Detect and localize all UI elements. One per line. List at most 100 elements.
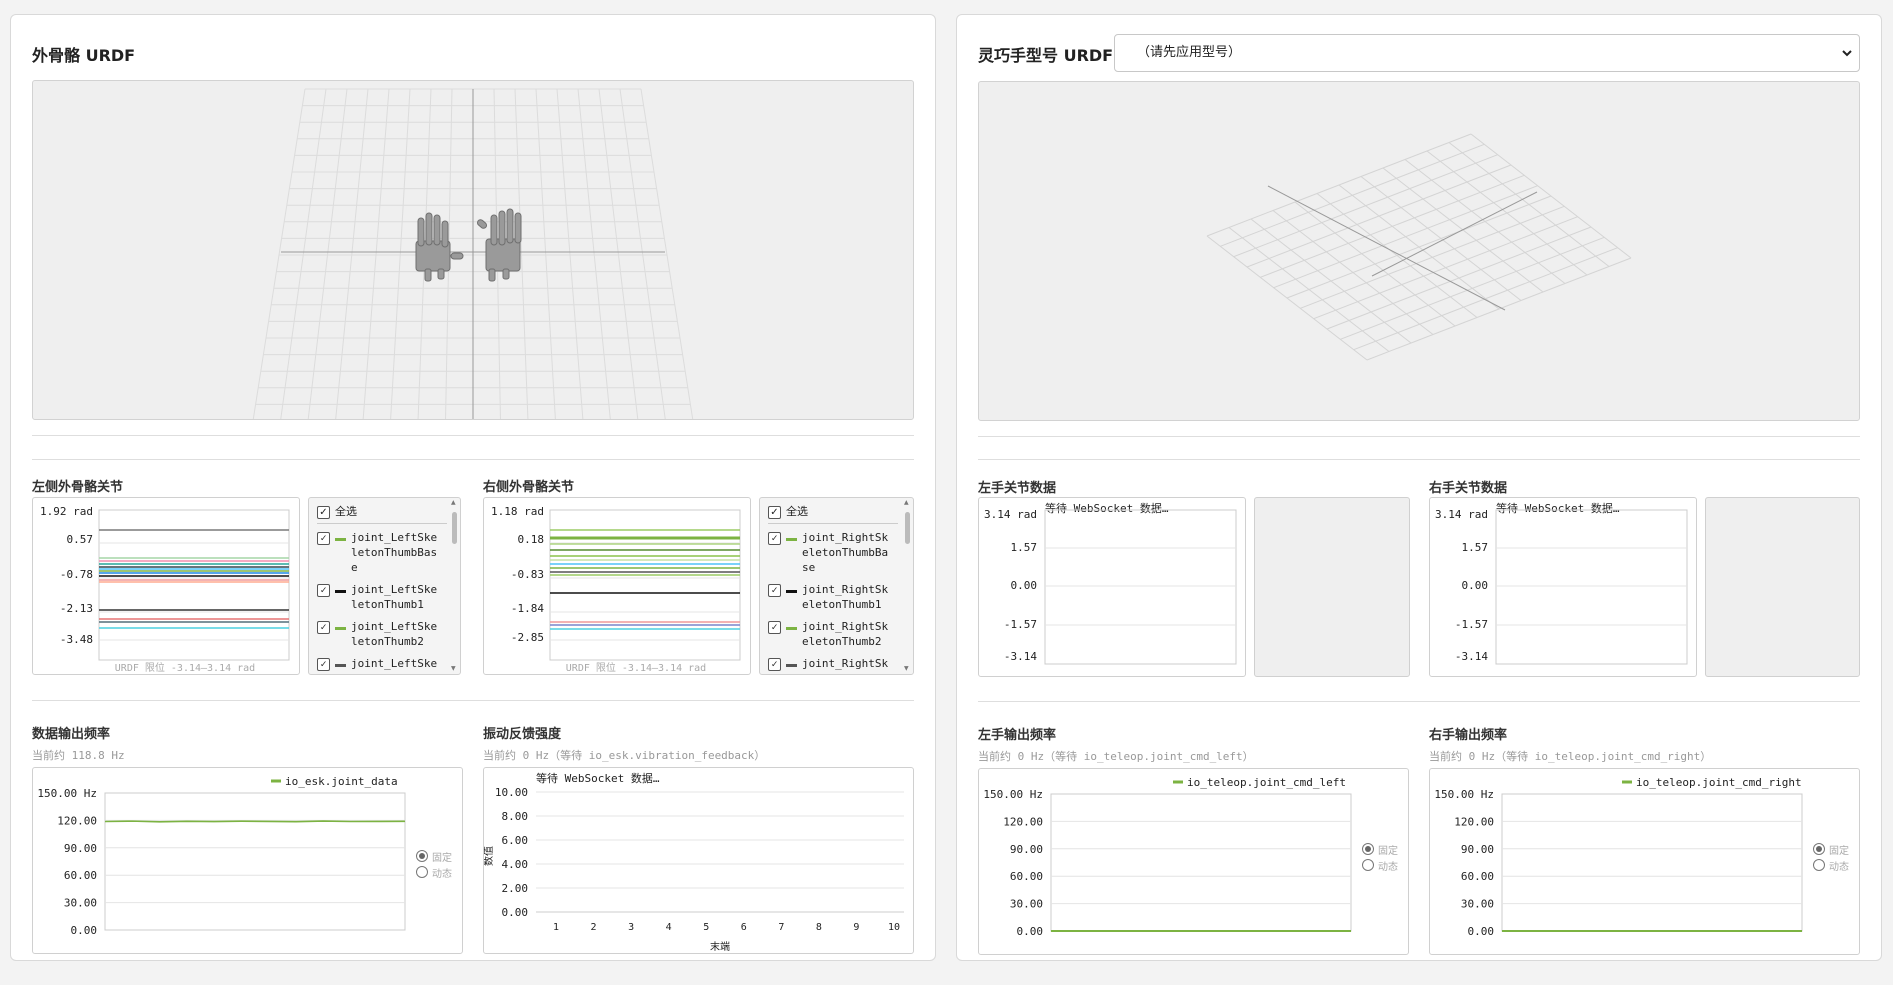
y-tick: 150.00 Hz xyxy=(37,787,97,800)
right-joints-legend: ✓ 全选 ✓ joint_RightSkeletonThumbBase ✓ joint… xyxy=(759,497,914,675)
legend-label: io_esk.joint_data xyxy=(285,775,398,788)
right-hand-title: 右手关节数据 xyxy=(1429,481,1508,496)
x-axis-label: 末端 xyxy=(710,940,730,953)
y-tick: -1.57 xyxy=(1455,618,1488,631)
y-tick: 4.00 xyxy=(502,858,529,871)
x-tick: 3 xyxy=(628,922,634,933)
y-tick: 0.00 xyxy=(1011,579,1038,592)
y-tick: -2.13 xyxy=(60,602,93,615)
data-freq-chart[interactable]: io_esk.joint_data 150.00 Hz 120.00 90.00 60… xyxy=(32,767,463,954)
legend-item[interactable]: ✓ joint_LeftSkeletonThumbBase xyxy=(317,530,453,575)
radio-dynamic[interactable]: 动态 xyxy=(1813,857,1849,873)
radio-dynamic[interactable]: 动态 xyxy=(416,864,452,880)
y-tick: -1.57 xyxy=(1004,618,1037,631)
left-hand-chart[interactable]: 等待 WebSocket 数据… 3.14 rad 1.57 0.00 -1.5… xyxy=(978,497,1246,677)
y-tick: -0.78 xyxy=(60,568,93,581)
hand-grid xyxy=(1206,133,1632,361)
legend-item[interactable]: ✓ joint_LeftSkeletonThumb2 xyxy=(317,619,453,649)
radio-fixed[interactable]: 固定 xyxy=(416,848,452,864)
y-tick: 60.00 xyxy=(1010,870,1043,883)
y-tick: 90.00 xyxy=(1461,843,1494,856)
y-tick: 90.00 xyxy=(64,842,97,855)
y-tick: -3.14 xyxy=(1004,650,1037,663)
y-tick: 0.18 xyxy=(518,533,545,546)
data-freq-series-line xyxy=(104,820,406,823)
y-tick: 30.00 xyxy=(1461,898,1494,911)
legend-item[interactable]: ✓joint_LeftSkeletonThumb3 xyxy=(317,656,453,674)
y-tick: 2.00 xyxy=(502,882,529,895)
exoskeleton-3d-viewport[interactable] xyxy=(32,80,914,420)
y-tick: -3.48 xyxy=(60,633,93,646)
right-joints-title: 右侧外骨骼关节 xyxy=(483,480,575,495)
right-joints-chart[interactable]: 1.18 rad 0.18 -0.83 -1.84 -2.85 URDF 限位 … xyxy=(483,497,751,675)
y-tick: 150.00 Hz xyxy=(1434,788,1494,801)
x-tick: 1 xyxy=(553,922,559,933)
left-freq-chart[interactable]: io_teleop.joint_cmd_left 150.00 Hz 120.00… xyxy=(978,768,1409,955)
hand-model-select[interactable]: （请先应用型号） xyxy=(1114,34,1860,72)
legend-item[interactable]: ✓ joint_RightSkeletonThumb2 xyxy=(768,619,904,649)
waiting-text: 等待 WebSocket 数据… xyxy=(1496,501,1620,515)
radio-fixed[interactable]: 固定 xyxy=(1362,841,1398,857)
y-tick: 3.14 rad xyxy=(984,508,1037,521)
y-tick: 0.00 xyxy=(71,924,98,937)
left-hand-title: 左手关节数据 xyxy=(978,481,1057,496)
y-tick: -3.14 xyxy=(1455,650,1488,663)
y-tick: 150.00 Hz xyxy=(983,788,1043,801)
select-all-right[interactable]: ✓ 全选 xyxy=(768,504,904,519)
right-freq-title: 右手输出频率 xyxy=(1429,728,1508,743)
waiting-text: 等待 WebSocket 数据… xyxy=(536,771,660,785)
x-tick: 9 xyxy=(853,922,859,933)
left-joints-chart[interactable]: 1.92 rad 0.57 -0.78 -2.13 -3.48 URDF 限位 … xyxy=(32,497,300,675)
radio-fixed[interactable]: 固定 xyxy=(1813,841,1849,857)
y-axis-label: 数值 xyxy=(484,846,495,866)
right-freq-chart[interactable]: io_teleop.joint_cmd_right 150.00 Hz 120.0… xyxy=(1429,768,1860,955)
x-tick: 6 xyxy=(741,922,747,933)
y-tick: 0.00 xyxy=(1462,579,1489,592)
checkbox[interactable]: ✓ xyxy=(768,532,781,545)
vibration-title: 振动反馈强度 xyxy=(483,727,562,742)
left-freq-title: 左手输出频率 xyxy=(978,728,1057,743)
left-freq-sub: 当前约 0 Hz（等待 io_teleop.joint_cmd_left） xyxy=(978,750,1254,763)
y-tick: 30.00 xyxy=(64,897,97,910)
checkbox[interactable]: ✓ xyxy=(317,584,330,597)
checkbox[interactable]: ✓ xyxy=(768,584,781,597)
dexterous-hand-panel: 灵巧手型号 URDF （请先应用型号） 左手关节数据 等待 WebSocket … xyxy=(956,14,1882,961)
legend-label: io_teleop.joint_cmd_right xyxy=(1636,776,1802,789)
x-tick: 10 xyxy=(888,922,900,933)
checkbox[interactable]: ✓ xyxy=(768,658,781,671)
select-all-left[interactable]: ✓ 全选 xyxy=(317,504,453,519)
checkbox[interactable]: ✓ xyxy=(317,621,330,634)
legend-label: io_teleop.joint_cmd_left xyxy=(1187,776,1346,789)
legend-item[interactable]: ✓ joint_LeftSkeletonThumb1 xyxy=(317,582,453,612)
y-tick: 1.57 xyxy=(1011,541,1038,554)
legend-scrollbar[interactable]: ▲ ▼ xyxy=(904,500,911,672)
y-tick: 10.00 xyxy=(495,786,528,799)
divider xyxy=(32,435,914,436)
y-tick: -2.85 xyxy=(511,631,544,644)
x-tick: 8 xyxy=(816,922,822,933)
checkbox[interactable]: ✓ xyxy=(317,506,330,519)
radio-dynamic[interactable]: 动态 xyxy=(1362,857,1398,873)
checkbox[interactable]: ✓ xyxy=(768,621,781,634)
y-tick: 3.14 rad xyxy=(1435,508,1488,521)
chart-footer: URDF 限位 -3.14–3.14 rad xyxy=(115,661,255,674)
exoskeleton-panel: 外骨骼 URDF 左侧外骨骼关节 1.92 rad 0.57 -0.78 -2.… xyxy=(10,14,936,961)
right-hand-chart[interactable]: 等待 WebSocket 数据… 3.14 rad 1.57 0.00 -1.5… xyxy=(1429,497,1697,677)
hand-3d-viewport[interactable] xyxy=(978,81,1860,421)
y-tick: 120.00 xyxy=(1003,815,1043,828)
legend-scrollbar[interactable]: ▲ ▼ xyxy=(451,500,458,672)
y-tick: -0.83 xyxy=(511,568,544,581)
legend-item[interactable]: ✓joint_RightSkeletonThumb3 xyxy=(768,656,904,674)
y-tick: 0.57 xyxy=(67,533,94,546)
legend-item[interactable]: ✓ joint_RightSkeletonThumb1 xyxy=(768,582,904,612)
vibration-chart[interactable]: 等待 WebSocket 数据… 10.00 8.00 6.00 4.00 2.00 0.… xyxy=(483,767,914,954)
y-tick: 60.00 xyxy=(1461,870,1494,883)
checkbox[interactable]: ✓ xyxy=(317,658,330,671)
y-tick: 0.00 xyxy=(1017,925,1044,938)
checkbox[interactable]: ✓ xyxy=(317,532,330,545)
checkbox[interactable]: ✓ xyxy=(768,506,781,519)
vibration-sub: 当前约 0 Hz（等待 io_esk.vibration_feedback） xyxy=(483,749,766,762)
legend-item[interactable]: ✓ joint_RightSkeletonThumbBase xyxy=(768,530,904,575)
y-tick: 8.00 xyxy=(502,810,529,823)
divider xyxy=(978,459,1860,460)
